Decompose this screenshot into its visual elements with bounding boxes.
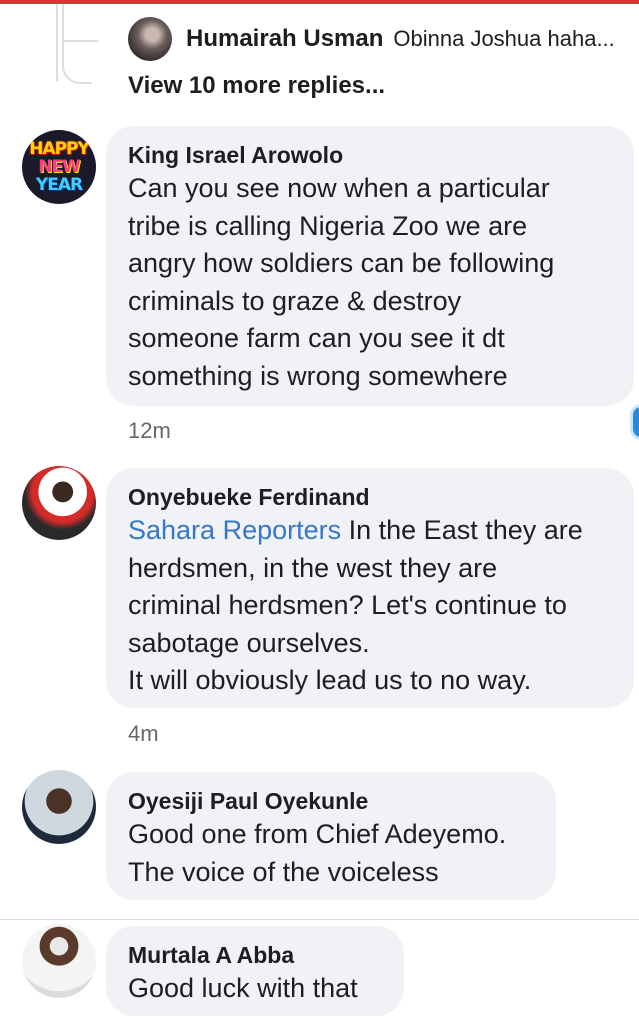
comment-line: sabotage ourselves. [128, 627, 370, 658]
avatar-king-israel-arowolo[interactable]: HAPPY NEW YEAR [22, 130, 96, 204]
comment-line: The voice of the voiceless [128, 856, 439, 887]
reply-author-name[interactable]: Humairah Usman [186, 25, 383, 53]
view-more-replies-link[interactable]: View 10 more replies... [128, 72, 385, 100]
comment-text: Good luck with that [128, 970, 382, 1008]
comment-bubble[interactable]: Murtala A Abba Good luck with that [106, 926, 404, 1016]
comment-line: angry how soldiers can be following [128, 248, 555, 279]
avatar-murtala-a-abba[interactable] [22, 924, 96, 998]
comment-bubble[interactable]: Oyesiji Paul Oyekunle Good one from Chie… [106, 772, 556, 900]
thread-connector [56, 4, 98, 88]
comment-line: criminal herdsmen? Let's continue to [128, 590, 567, 621]
comment-line-rest: In the East they are [341, 515, 583, 545]
comment-line: It will obviously lead us to no way. [128, 665, 532, 696]
avatar-text-line: HAPPY [29, 139, 90, 159]
comment-text: Can you see now when a particular tribe … [128, 170, 612, 396]
comment-line: tribe is calling Nigeria Zoo we are [128, 210, 528, 241]
comment-line: Good one from Chief Adeyemo. [128, 819, 507, 849]
comment-text: Good one from Chief Adeyemo. The voice o… [128, 816, 534, 891]
avatar-oyesiji-paul-oyekunle[interactable] [22, 770, 96, 844]
reply-snippet: Obinna Joshua haha... [393, 26, 615, 51]
scroll-handle[interactable] [630, 404, 639, 440]
avatar-text-line: YEAR [35, 175, 83, 195]
comment-line: Good luck with that [128, 973, 358, 1003]
comment-author[interactable]: King Israel Arowolo [128, 140, 612, 170]
comment-author[interactable]: Murtala A Abba [128, 940, 382, 970]
section-divider [0, 919, 639, 920]
comment-bubble[interactable]: Onyebueke Ferdinand Sahara Reporters In … [106, 468, 634, 708]
comment-line: criminals to graze & destroy [128, 285, 462, 316]
comment-line: Sahara Reporters In the East they are [128, 512, 612, 550]
comment-timestamp[interactable]: 12m [128, 418, 171, 444]
comment-author[interactable]: Oyesiji Paul Oyekunle [128, 786, 534, 816]
reply-preview[interactable]: Humairah Usman Obinna Joshua haha... [128, 16, 615, 62]
comment-line: Can you see now when a particular [128, 173, 550, 203]
comment-line: something is wrong somewhere [128, 360, 508, 391]
mention-link[interactable]: Sahara Reporters [128, 515, 341, 545]
comment-bubble[interactable]: King Israel Arowolo Can you see now when… [106, 126, 634, 406]
comment-timestamp[interactable]: 4m [128, 721, 159, 747]
avatar-onyebueke-ferdinand[interactable] [22, 466, 96, 540]
comment-line: someone farm can you see it dt [128, 323, 505, 354]
avatar-text-line: NEW [38, 157, 81, 177]
comment-author[interactable]: Onyebueke Ferdinand [128, 482, 612, 512]
comment-text: Sahara Reporters In the East they are he… [128, 512, 612, 700]
comment-line: herdsmen, in the west they are [128, 552, 498, 583]
